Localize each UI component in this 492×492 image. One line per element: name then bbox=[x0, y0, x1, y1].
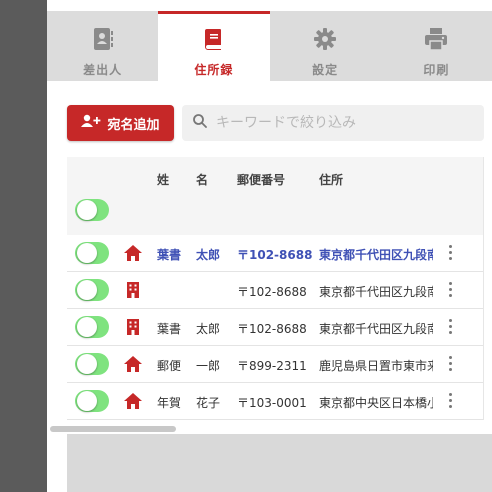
table-row[interactable]: 〒102-8688 東京都千代田区九段南 bbox=[67, 272, 483, 309]
scrollbar-thumb[interactable] bbox=[50, 426, 176, 432]
cell-zip: 〒102-8688 bbox=[237, 322, 307, 336]
building-icon bbox=[123, 317, 143, 337]
more-vert-icon[interactable] bbox=[449, 245, 453, 263]
tab-address-book[interactable]: 住所録 bbox=[158, 11, 270, 81]
cell-sei: 郵便 bbox=[157, 359, 182, 373]
address-book-panel: 宛名追加 姓 名 郵便番号 住所 葉書 太郎 〒102-8688 東京都千代 bbox=[47, 81, 492, 492]
horizontal-scrollbar[interactable] bbox=[47, 423, 464, 433]
more-vert-icon[interactable] bbox=[449, 319, 453, 337]
home-icon bbox=[123, 243, 143, 263]
home-icon bbox=[123, 354, 143, 374]
top-strip bbox=[47, 0, 492, 11]
row-enable-toggle[interactable] bbox=[75, 242, 109, 264]
select-all-toggle[interactable] bbox=[75, 199, 109, 221]
cell-sei: 年賀 bbox=[157, 396, 182, 410]
tab-bar: 差出人 住所録 設定 印刷 bbox=[47, 11, 492, 81]
row-enable-toggle[interactable] bbox=[75, 316, 109, 338]
contact-card-icon bbox=[89, 25, 117, 53]
cell-address: 東京都千代田区九段南 bbox=[319, 322, 433, 336]
tab-label: 印刷 bbox=[423, 63, 450, 77]
row-enable-toggle[interactable] bbox=[75, 279, 109, 301]
cell-mei: 太郎 bbox=[196, 248, 221, 262]
cell-address: 鹿児島県日置市東市来 bbox=[319, 359, 433, 373]
add-recipient-label: 宛名追加 bbox=[107, 117, 160, 133]
cell-mei: 花子 bbox=[196, 396, 221, 410]
table-row[interactable]: 年賀 花子 〒103-0001 東京都中央区日本橋小 bbox=[67, 383, 483, 420]
tab-print[interactable]: 印刷 bbox=[381, 11, 492, 81]
cell-zip: 〒899-2311 bbox=[237, 359, 307, 373]
more-vert-icon[interactable] bbox=[449, 282, 453, 300]
more-vert-icon[interactable] bbox=[449, 393, 453, 411]
table-row[interactable]: 郵便 一郎 〒899-2311 鹿児島県日置市東市来 bbox=[67, 346, 483, 383]
home-icon bbox=[123, 391, 143, 411]
column-header-address[interactable]: 住所 bbox=[319, 171, 433, 188]
address-book-icon bbox=[200, 25, 228, 53]
printer-icon bbox=[422, 25, 450, 53]
search-box bbox=[182, 105, 484, 141]
row-enable-toggle[interactable] bbox=[75, 390, 109, 412]
column-header-mei[interactable]: 名 bbox=[196, 171, 208, 188]
building-icon bbox=[123, 280, 143, 300]
more-vert-icon[interactable] bbox=[449, 356, 453, 374]
cell-address: 東京都千代田区九段南 bbox=[319, 285, 433, 299]
cell-mei: 太郎 bbox=[196, 322, 221, 336]
table-row[interactable]: 葉書 太郎 〒102-8688 東京都千代田区九段南 bbox=[67, 309, 483, 346]
cell-address: 東京都千代田区九段南 bbox=[319, 248, 433, 262]
search-icon bbox=[192, 113, 208, 133]
column-header-sei[interactable]: 姓 bbox=[157, 171, 169, 188]
tab-label: 設定 bbox=[312, 63, 339, 77]
cell-address: 東京都中央区日本橋小 bbox=[319, 396, 433, 410]
column-header-zip[interactable]: 郵便番号 bbox=[237, 171, 285, 188]
table-header: 姓 名 郵便番号 住所 bbox=[67, 157, 483, 235]
cell-mei: 一郎 bbox=[196, 359, 221, 373]
tab-sender[interactable]: 差出人 bbox=[47, 11, 158, 81]
gear-icon bbox=[311, 25, 339, 53]
row-enable-toggle[interactable] bbox=[75, 353, 109, 375]
cell-zip: 〒102-8688 bbox=[237, 248, 313, 262]
add-recipient-button[interactable]: 宛名追加 bbox=[67, 105, 174, 141]
cell-sei: 葉書 bbox=[157, 322, 182, 336]
add-person-icon bbox=[81, 114, 101, 132]
cell-sei: 葉書 bbox=[157, 248, 182, 262]
search-input[interactable] bbox=[216, 115, 476, 131]
tab-label: 差出人 bbox=[83, 63, 123, 77]
cell-zip: 〒102-8688 bbox=[237, 285, 307, 299]
cell-zip: 〒103-0001 bbox=[237, 396, 307, 410]
table-row[interactable]: 葉書 太郎 〒102-8688 東京都千代田区九段南 bbox=[67, 235, 483, 272]
address-table: 姓 名 郵便番号 住所 葉書 太郎 〒102-8688 東京都千代田区九段南 〒… bbox=[67, 157, 484, 420]
empty-area bbox=[67, 434, 492, 492]
tab-settings[interactable]: 設定 bbox=[270, 11, 381, 81]
tab-label: 住所録 bbox=[194, 63, 234, 77]
side-panel bbox=[0, 0, 47, 492]
